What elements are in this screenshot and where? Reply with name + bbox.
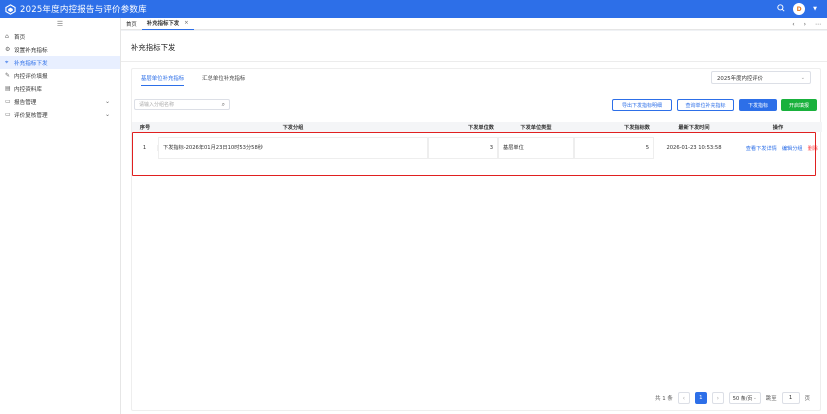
row-group: 下发指标-2026年01月23日10时53分58秒 — [158, 137, 428, 159]
page-size-select[interactable]: 50 条/页 ⌄ — [728, 392, 761, 404]
table-row: 1 下发指标-2026年01月23日10时53分58秒 3 基层单位 5 202… — [132, 137, 822, 159]
sidebar: ☰ ⌂ 首页 ⚙ 设置补充指标 ⌖ 补充指标下发 ✎ 内控评价填报 ▤ 内控资料… — [0, 18, 121, 414]
row-indicator-count: 5 — [574, 137, 654, 159]
delete-link[interactable]: 删除 — [808, 146, 818, 152]
folder-icon: ▭ — [5, 98, 11, 105]
edit-group-link[interactable]: 编辑分组 — [782, 146, 803, 152]
issue-indicators-button[interactable]: 下发指标 — [739, 99, 777, 111]
tab-home[interactable]: 首页 — [121, 18, 142, 30]
col-header: 操作 — [772, 124, 784, 131]
menu-collapse-icon[interactable]: ☰ — [0, 18, 120, 30]
export-details-button[interactable]: 导出下发指标明细 — [612, 99, 672, 111]
more-icon[interactable]: ⋯ — [815, 21, 821, 28]
data-table: 序号 下发分组 下发单位数 下发单位类型 下发指标数 最新下发时间 操作 1 下… — [132, 122, 822, 159]
divider — [121, 61, 827, 62]
search-input[interactable]: 请输入分组名称 ⌕ — [134, 99, 230, 110]
col-header: 下发分组 — [282, 124, 304, 131]
app-title: 2025年度内控报告与评价参数库 — [20, 5, 147, 15]
tab-label: 补充指标下发 — [146, 21, 180, 27]
home-icon: ⌂ — [5, 33, 9, 40]
pagination: 共 1 条 ‹ 1 › 50 条/页 ⌄ 跳至 1 页 — [655, 392, 810, 404]
total-count: 共 1 条 — [655, 396, 673, 402]
tab-summary-unit-indicators[interactable]: 汇总单位补充指标 — [202, 72, 245, 86]
tab-bar: 首页 补充指标下发 × ‹ › ⋯ — [121, 18, 827, 30]
chevron-right-icon[interactable]: › — [804, 21, 806, 28]
sidebar-item-home[interactable]: ⌂ 首页 — [0, 30, 120, 43]
page-suffix: 页 — [804, 396, 810, 402]
col-header: 序号 — [139, 124, 151, 131]
sidebar-item-label: 评价复核管理 — [14, 112, 48, 119]
sidebar-item-label: 内控资料库 — [14, 86, 42, 93]
sidebar-item-label: 首页 — [14, 34, 26, 41]
col-header: 下发单位类型 — [520, 124, 552, 131]
page-size-value: 50 条/页 — [732, 395, 753, 402]
sidebar-item-evaluation-fill[interactable]: ✎ 内控评价填报 — [0, 69, 120, 82]
search-placeholder: 请输入分组名称 — [139, 102, 175, 108]
page-title: 补充指标下发 — [131, 43, 176, 52]
sidebar-item-review[interactable]: ▭ 评价复核管理 ⌄ — [0, 108, 120, 121]
row-actions: 查看下发详情 编辑分组 删除 — [734, 145, 822, 152]
tab-issue-indicators[interactable]: 补充指标下发 × — [141, 18, 194, 30]
sidebar-item-library[interactable]: ▤ 内控资料库 — [0, 82, 120, 95]
prev-page-button[interactable]: ‹ — [677, 392, 690, 404]
send-icon: ⌖ — [5, 58, 9, 66]
row-unit-count: 3 — [428, 137, 498, 159]
edit-icon: ✎ — [5, 72, 11, 79]
next-page-button[interactable]: › — [711, 392, 724, 404]
sidebar-item-issue-indicators[interactable]: ⌖ 补充指标下发 — [0, 56, 120, 69]
chevron-down-icon: ⌄ — [104, 111, 110, 118]
sidebar-item-label: 设置补充指标 — [14, 47, 48, 54]
main-content: 补充指标下发 基层单位补充指标 汇总单位补充指标 2025年度内控评价 ⌄ 请输… — [121, 31, 827, 414]
sidebar-item-label: 内控评价填报 — [14, 73, 48, 80]
query-unit-indicators-button[interactable]: 查询单位补充指标 — [677, 99, 734, 111]
search-icon[interactable] — [777, 4, 785, 14]
row-unit-type: 基层单位 — [498, 137, 574, 159]
close-icon[interactable]: × — [184, 20, 189, 26]
top-bar: 2025年度内控报告与评价参数库 D ▼ — [0, 0, 827, 18]
col-header: 下发单位数 — [468, 124, 494, 131]
page-button[interactable]: 1 — [694, 392, 707, 404]
start-filling-button[interactable]: 开启填报 — [781, 99, 817, 111]
year-select[interactable]: 2025年度内控评价 ⌄ — [711, 71, 811, 84]
app-logo-icon — [4, 3, 16, 15]
goto-page-input[interactable]: 1 — [781, 392, 800, 404]
row-time: 2026-01-23 10:53:58 — [666, 145, 722, 151]
chevron-down-icon: ⌄ — [753, 395, 757, 401]
sub-tabs: 基层单位补充指标 汇总单位补充指标 — [141, 72, 263, 86]
database-icon: ▤ — [5, 85, 11, 92]
tab-basic-unit-indicators[interactable]: 基层单位补充指标 — [141, 72, 185, 86]
search-icon[interactable]: ⌕ — [222, 101, 225, 109]
chevron-left-icon[interactable]: ‹ — [792, 21, 794, 28]
row-index: 1 — [132, 145, 158, 151]
chevron-down-icon: ⌄ — [104, 98, 110, 105]
settings-icon: ⚙ — [5, 46, 11, 53]
folder-icon: ▭ — [5, 111, 11, 118]
sidebar-item-label: 报告管理 — [14, 99, 37, 106]
col-header: 最新下发时间 — [678, 124, 710, 131]
col-header: 下发指标数 — [624, 124, 650, 131]
chevron-down-icon: ⌄ — [800, 74, 805, 81]
chevron-down-icon[interactable]: ▼ — [813, 6, 817, 12]
tab-label: 首页 — [126, 21, 137, 28]
goto-label: 跳至 — [765, 396, 777, 402]
content-card: 基层单位补充指标 汇总单位补充指标 2025年度内控评价 ⌄ 请输入分组名称 ⌕… — [131, 68, 822, 411]
sidebar-item-set-indicators[interactable]: ⚙ 设置补充指标 — [0, 43, 120, 56]
view-details-link[interactable]: 查看下发详情 — [746, 146, 777, 152]
avatar[interactable]: D — [793, 3, 806, 15]
year-select-value: 2025年度内控评价 — [717, 75, 764, 82]
sidebar-item-reports[interactable]: ▭ 报告管理 ⌄ — [0, 95, 120, 108]
table-header: 序号 下发分组 下发单位数 下发单位类型 下发指标数 最新下发时间 操作 — [132, 122, 822, 132]
sidebar-item-label: 补充指标下发 — [14, 60, 48, 67]
